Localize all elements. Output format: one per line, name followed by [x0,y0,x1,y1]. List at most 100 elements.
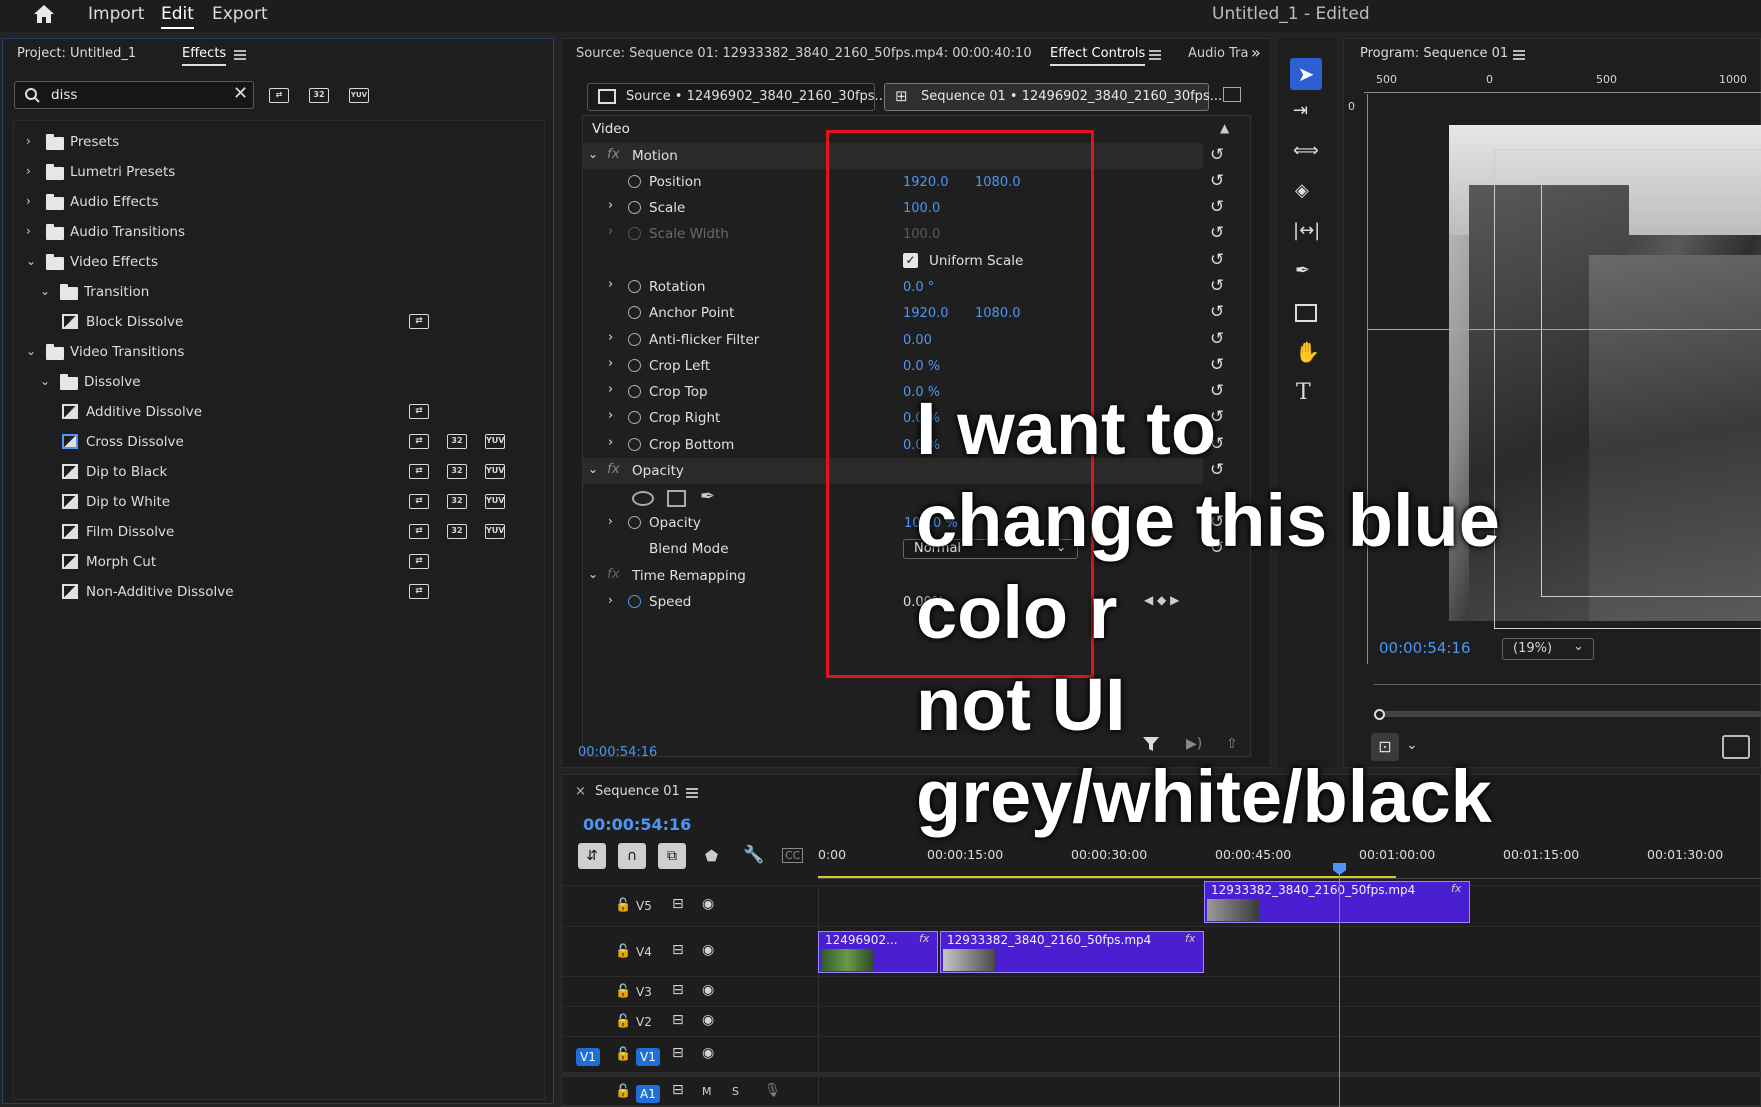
stopwatch-icon[interactable] [628,280,641,293]
tree-item[interactable]: Film Dissolve ⇄ 32 YUV [14,519,534,545]
razor-tool-icon[interactable]: ◈ [1295,180,1309,201]
export-icon[interactable]: ⇧ [1226,736,1238,752]
toggle-timeline-view-icon[interactable] [1223,87,1241,102]
clip-v5[interactable]: 12933382_3840_2160_50fps.mp4 fx [1204,881,1470,923]
lock-icon[interactable]: 🔓 [615,1047,631,1062]
reset-icon[interactable]: ↺ [1210,171,1224,191]
program-timecode[interactable]: 00:00:54:16 [1379,639,1471,657]
lock-icon[interactable]: 🔓 [615,1084,631,1099]
rectangle-tool-icon[interactable] [1295,304,1317,322]
stopwatch-icon[interactable] [628,438,641,451]
tab-effects[interactable]: Effects [182,46,227,66]
fx-icon[interactable]: fx [607,461,620,477]
tab-project[interactable]: Project: Untitled_1 [17,46,136,61]
tree-item[interactable]: Additive Dissolve ⇄ [14,399,534,425]
tab-audio[interactable]: Audio Tra [1188,46,1248,61]
expand-icon[interactable]: › [608,330,613,345]
scrub-handle[interactable] [1374,709,1385,720]
ellipse-mask-icon[interactable] [632,491,654,506]
stopwatch-icon[interactable] [628,595,641,608]
sync-lock-icon[interactable]: ⊟ [672,1045,684,1061]
fx-icon[interactable]: fx [607,566,620,582]
eye-icon[interactable]: ◉ [702,1012,714,1028]
settings-icon[interactable] [1722,735,1750,759]
tree-item[interactable]: Dip to White ⇄ 32 YUV [14,489,534,515]
chevron-down-icon[interactable]: ⌄ [26,254,36,268]
wrench-icon[interactable]: 🔧 [743,845,764,865]
track-select-tool-icon[interactable]: ⇥ [1293,100,1308,121]
stopwatch-icon[interactable] [628,333,641,346]
expand-icon[interactable]: › [608,382,613,397]
sync-lock-icon[interactable]: ⊟ [672,1012,684,1028]
solo-button[interactable]: S [732,1085,739,1098]
eye-icon[interactable]: ◉ [702,982,714,998]
stopwatch-icon[interactable] [628,306,641,319]
chevron-right-icon[interactable]: › [26,134,31,148]
track-label[interactable]: V2 [636,1015,652,1029]
tree-item[interactable]: › Audio Transitions [14,219,534,245]
marker-icon[interactable]: ⬟ [705,847,718,865]
chevron-right-icon[interactable]: › [26,194,31,208]
stopwatch-icon[interactable] [628,227,641,240]
search-box[interactable]: diss ✕ [14,81,254,109]
lock-icon[interactable]: 🔓 [615,898,631,913]
tree-item[interactable]: Dip to Black ⇄ 32 YUV [14,459,534,485]
track-label[interactable]: V5 [636,899,652,913]
type-tool-icon[interactable]: T [1296,380,1311,405]
expand-icon[interactable]: › [608,408,613,423]
reset-icon[interactable]: ↺ [1210,145,1224,165]
panel-menu-icon[interactable] [234,50,246,60]
microphone-icon[interactable]: 🎙 [764,1083,781,1098]
eye-icon[interactable]: ◉ [702,942,714,958]
accelerated-effects-filter-icon[interactable]: ⇄ [269,88,289,103]
stopwatch-icon[interactable] [628,516,641,529]
program-menu-icon[interactable] [1513,50,1525,60]
tree-item[interactable]: Block Dissolve ⇄ [14,309,534,335]
stopwatch-icon[interactable] [628,385,641,398]
captions-icon[interactable]: CC [782,848,804,863]
ec-timecode[interactable]: 00:00:54:16 [578,745,657,760]
zoom-select[interactable]: (19%) ⌄ [1502,638,1594,660]
source-patch-v1[interactable]: V1 [576,1048,600,1066]
expand-icon[interactable]: › [608,593,613,607]
reset-icon[interactable]: ↺ [1210,250,1224,270]
tree-item[interactable]: Cross Dissolve ⇄ 32 YUV [14,429,534,455]
track-label[interactable]: A1 [636,1085,660,1103]
stopwatch-icon[interactable] [628,201,641,214]
more-tabs-icon[interactable]: » [1251,43,1261,62]
track-label[interactable]: V1 [636,1048,660,1066]
tree-item[interactable]: ⌄ Dissolve [14,369,534,395]
snap-icon[interactable]: ∩ [618,843,646,869]
chevron-right-icon[interactable]: › [26,164,31,178]
tree-item[interactable]: Non-Additive Dissolve ⇄ [14,579,534,605]
selection-tool-icon[interactable]: ➤ [1290,58,1322,90]
stopwatch-icon[interactable] [628,175,641,188]
reset-icon[interactable]: ↺ [1210,329,1224,349]
ripple-edit-tool-icon[interactable]: ⟺ [1293,140,1319,161]
mute-button[interactable]: M [702,1085,712,1098]
timeline-menu-icon[interactable] [686,788,698,798]
track-label[interactable]: V3 [636,985,652,999]
work-area-bar[interactable] [818,876,1396,878]
nest-toggle-icon[interactable]: ⇵ [578,843,606,869]
expand-icon[interactable]: › [608,435,613,450]
filter-icon[interactable] [1142,735,1160,753]
32bit-filter-icon[interactable]: 32 [309,88,329,103]
reset-icon[interactable]: ↺ [1210,223,1224,243]
play-audio-icon[interactable]: ▶) [1186,736,1202,752]
home-icon[interactable] [32,3,56,25]
search-input[interactable]: diss [51,87,77,103]
motion-expand-icon[interactable]: ⌄ [588,147,598,161]
menu-import[interactable]: Import [88,4,144,24]
hand-tool-icon[interactable]: ✋ [1295,340,1320,364]
close-icon[interactable]: × [575,784,586,799]
chevron-down-icon[interactable]: ⌄ [26,344,36,358]
playhead-line[interactable] [1339,863,1340,1107]
pen-mask-icon[interactable]: ✒ [700,486,715,507]
timeline-title[interactable]: Sequence 01 [595,784,680,799]
tree-item[interactable]: ⌄ Video Effects [14,249,534,275]
sync-lock-icon[interactable]: ⊟ [672,942,684,958]
effect-controls-menu-icon[interactable] [1149,50,1161,60]
tree-item[interactable]: Morph Cut ⇄ [14,549,534,575]
reset-icon[interactable]: ↺ [1210,355,1224,375]
